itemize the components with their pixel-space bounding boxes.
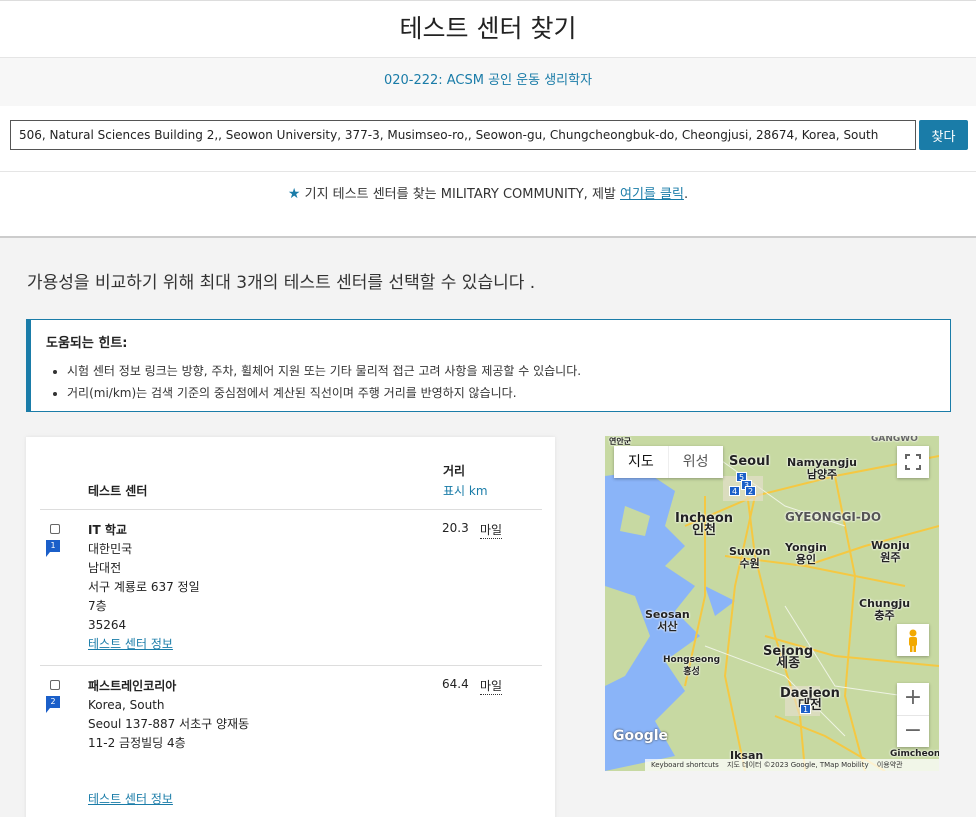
map-label-incheon: Incheon 인천 xyxy=(675,511,734,538)
map-type-satellite-button[interactable]: 위성 xyxy=(667,446,723,478)
distance-unit: 마일 xyxy=(480,679,503,695)
map-label-gyeonggi: GYEONGGI-DO xyxy=(785,510,882,524)
map-type-toggle: 지도 위성 xyxy=(614,446,723,478)
zoom-control: + − xyxy=(897,683,929,747)
center-address: IT 학교 대한민국 남대전 서구 계룡로 637 정일 7층 35264 테스… xyxy=(88,521,200,654)
fullscreen-icon xyxy=(905,454,921,470)
map-label-seosan: Seosan 서산 xyxy=(645,608,690,633)
test-center-header: 테스트 센터 xyxy=(88,484,148,498)
tips-title: 도움되는 힌트: xyxy=(46,336,128,351)
map-label-seoul: Seoul xyxy=(729,454,770,469)
center-address: 패스트레인코리아 Korea, South Seoul 137-887 서초구 … xyxy=(88,677,249,753)
marker-flag-icon: 2 xyxy=(46,696,60,713)
pegman-icon xyxy=(909,629,917,652)
search-row: 506, Natural Sciences Building 2,, Seowo… xyxy=(0,106,976,172)
km-toggle-link[interactable]: 표시 km xyxy=(443,482,488,499)
map-label-wonju: Wonju 원주 xyxy=(871,539,910,564)
military-link[interactable]: 여기를 클릭 xyxy=(620,187,684,202)
exam-label: 020-222: ACSM 공인 운동 생리학자 xyxy=(383,73,593,88)
address-line: 11-2 금정빌딩 4층 xyxy=(88,736,186,750)
star-icon: ★ xyxy=(287,186,301,202)
intro-text: 가용성을 비교하기 위해 최대 3개의 테스트 센터를 선택할 수 있습니다 . xyxy=(27,273,536,293)
address-line: Seoul 137-887 서초구 양재동 xyxy=(88,717,250,731)
distance-value: 64.4 xyxy=(442,677,469,691)
page-header: 테스트 센터 찾기 xyxy=(0,0,976,58)
map-label-yongin: Yongin 용인 xyxy=(785,541,827,566)
terms-link[interactable]: 이용약관 xyxy=(877,761,903,769)
marker-flag-icon: 1 xyxy=(46,540,60,557)
page-title: 테스트 센터 찾기 xyxy=(399,14,577,43)
tip-item: 거리(mi/km)는 검색 기준의 중심점에서 계산된 직선이며 주행 거리를 … xyxy=(67,384,581,401)
center-name: IT 학교 xyxy=(88,523,127,537)
google-logo: Google xyxy=(613,728,669,744)
map-marker[interactable]: 4 xyxy=(729,486,740,496)
address-line: 서구 계룡로 637 정일 xyxy=(88,580,200,594)
center-name: 패스트레인코리아 xyxy=(88,679,177,693)
zoom-out-button[interactable]: − xyxy=(897,715,929,747)
keyboard-shortcuts-link[interactable]: Keyboard shortcuts xyxy=(651,761,719,769)
map-label-suwon: Suwon 수원 xyxy=(729,545,771,570)
map-label-gangwon: GANGWO xyxy=(871,436,918,444)
map-data-credit: 지도 데이터 ©2023 Google, TMap Mobility xyxy=(727,761,869,769)
center-info-link[interactable]: 테스트 센터 정보 xyxy=(88,637,173,651)
address-line: 남대전 xyxy=(88,561,122,575)
find-button[interactable]: 찾다 xyxy=(919,120,968,150)
address-search-input[interactable]: 506, Natural Sciences Building 2,, Seowo… xyxy=(10,120,916,150)
distance-header: 거리 xyxy=(443,464,466,478)
map-label-sejong: Sejong 세종 xyxy=(763,644,814,671)
map-marker[interactable]: 1 xyxy=(800,704,811,714)
distance-value: 20.3 xyxy=(442,521,469,535)
map-marker[interactable]: 2 xyxy=(745,486,756,496)
center-info-link[interactable]: 테스트 센터 정보 xyxy=(88,790,173,807)
military-notice: ★ 기지 테스트 센터를 찾는 MILITARY COMMUNITY, 제발 여… xyxy=(0,172,976,238)
map-widget[interactable]: 연안군 GANGWO Seoul Namyangju 남양주 Incheon 인… xyxy=(605,436,939,771)
map-type-map-button[interactable]: 지도 xyxy=(614,446,668,478)
table-row: 2 패스트레인코리아 Korea, South Seoul 137-887 서초… xyxy=(26,666,555,817)
distance-unit: 마일 xyxy=(480,523,503,539)
map-label-namyangju: Namyangju 남양주 xyxy=(787,456,857,481)
address-line: 7층 xyxy=(88,599,107,613)
tips-list: 시험 센터 정보 링크는 방향, 주차, 휠체어 지원 또는 기타 물리적 접근… xyxy=(67,362,581,406)
address-line: 대한민국 xyxy=(88,542,133,556)
address-line: Korea, South xyxy=(88,698,165,712)
military-text: 기지 테스트 센터를 찾는 MILITARY COMMUNITY, 제발 xyxy=(304,187,620,202)
military-suffix: . xyxy=(683,187,689,202)
table-row: 1 IT 학교 대한민국 남대전 서구 계룡로 637 정일 7층 35264 … xyxy=(26,510,555,665)
street-view-pegman-button[interactable] xyxy=(897,624,929,656)
zoom-in-button[interactable]: + xyxy=(897,683,929,715)
exam-bar: 020-222: ACSM 공인 운동 생리학자 xyxy=(0,58,976,106)
map-label-chungju: Chungju 충주 xyxy=(859,597,911,622)
fullscreen-button[interactable] xyxy=(897,446,929,478)
tip-item: 시험 센터 정보 링크는 방향, 주차, 휠체어 지원 또는 기타 물리적 접근… xyxy=(67,362,581,379)
address-line: 35264 xyxy=(88,618,127,632)
map-attribution: Keyboard shortcuts 지도 데이터 ©2023 Google, … xyxy=(645,759,939,771)
select-checkbox[interactable] xyxy=(50,524,60,534)
map-label-hongseong: Hongseong 홍성 xyxy=(663,655,721,677)
select-checkbox[interactable] xyxy=(50,680,60,690)
helpful-tips: 도움되는 힌트: 시험 센터 정보 링크는 방향, 주차, 휠체어 지원 또는 … xyxy=(26,319,951,412)
results-table: 거리 테스트 센터 표시 km 1 IT 학교 대한민국 남대전 서구 계룡로 … xyxy=(26,437,555,817)
